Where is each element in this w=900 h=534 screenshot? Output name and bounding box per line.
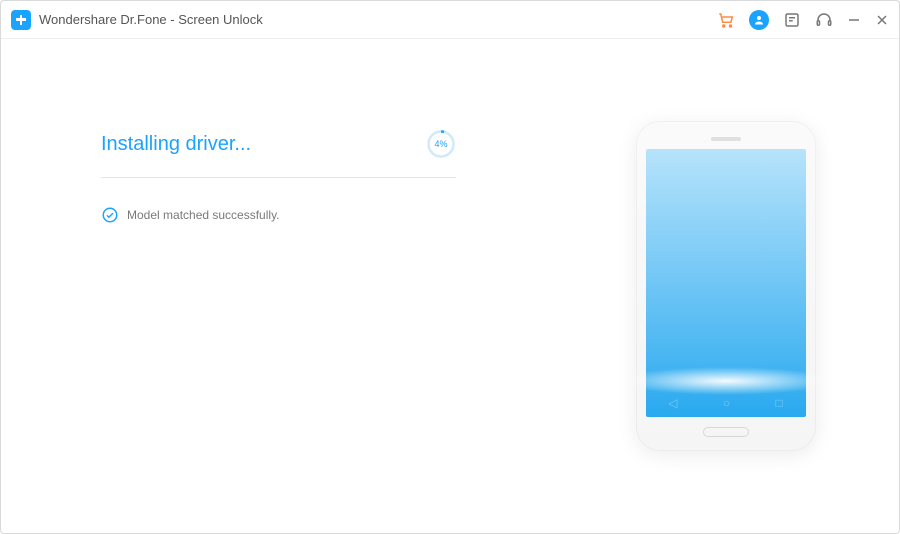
minimize-button[interactable] — [847, 13, 861, 27]
progress-percent-label: 4% — [434, 139, 447, 149]
feedback-icon[interactable] — [783, 11, 801, 29]
check-circle-icon — [101, 206, 119, 224]
step-heading: Installing driver... — [101, 133, 251, 156]
support-headset-icon[interactable] — [815, 11, 833, 29]
cart-icon[interactable] — [717, 11, 735, 29]
app-window: Wondershare Dr.Fone - Screen Unlock — [0, 0, 900, 534]
phone-speaker-icon — [711, 137, 741, 141]
titlebar: Wondershare Dr.Fone - Screen Unlock — [1, 1, 899, 39]
status-row: Model matched successfully. — [101, 206, 552, 224]
window-title: Wondershare Dr.Fone - Screen Unlock — [39, 12, 263, 27]
phone-home-button-icon — [703, 427, 749, 437]
main-panel: Installing driver... 4% Model matche — [1, 39, 552, 533]
illustration-panel: ◁○□ — [552, 39, 899, 533]
phone-screen: ◁○□ — [646, 149, 806, 417]
phone-navbar-icon: ◁○□ — [646, 389, 806, 417]
heading-row: Installing driver... 4% — [101, 129, 456, 178]
phone-illustration: ◁○□ — [636, 121, 816, 451]
close-button[interactable] — [875, 13, 889, 27]
content-area: Installing driver... 4% Model matche — [1, 39, 899, 533]
app-logo-icon — [11, 10, 31, 30]
account-icon[interactable] — [749, 10, 769, 30]
status-message: Model matched successfully. — [127, 208, 280, 222]
progress-indicator: 4% — [426, 129, 456, 159]
